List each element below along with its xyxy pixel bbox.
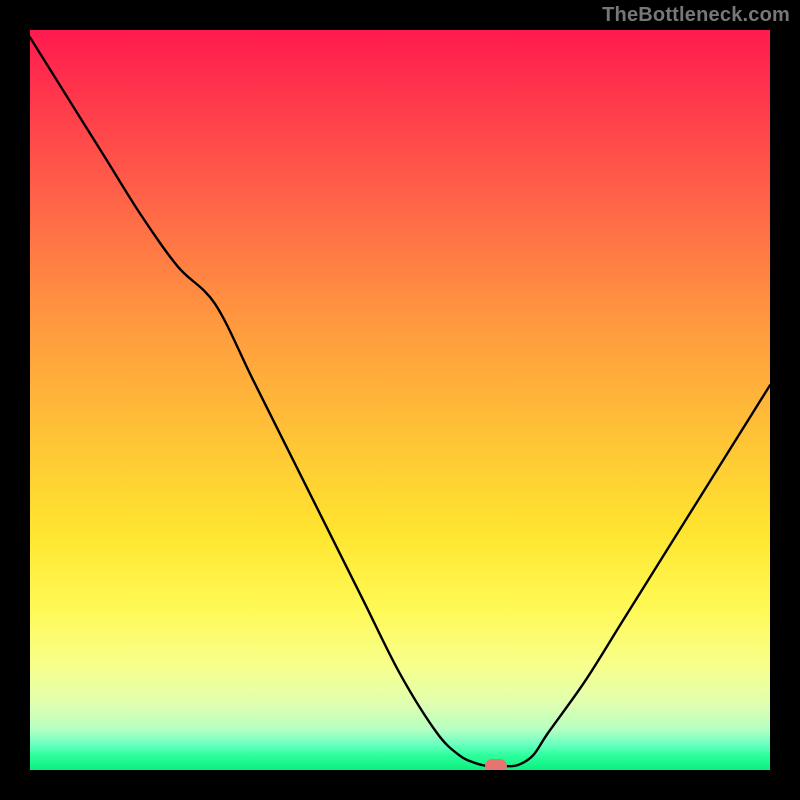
watermark-text: TheBottleneck.com [602, 4, 790, 27]
chart-container: TheBottleneck.com [0, 0, 800, 800]
bottleneck-curve [30, 30, 770, 770]
plot-area [30, 30, 770, 770]
optimum-marker [485, 759, 507, 770]
